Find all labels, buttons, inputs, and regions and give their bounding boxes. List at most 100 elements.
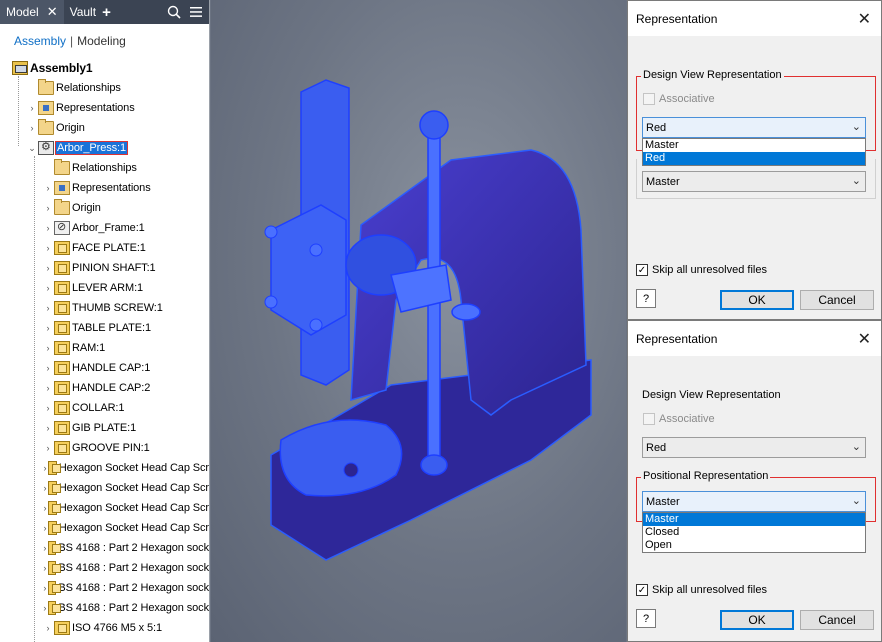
chevron-down-icon[interactable]: ⌄ <box>852 120 861 133</box>
search-icon[interactable] <box>167 5 181 19</box>
tab-model-label: Model <box>6 5 39 19</box>
dialog1-associative-checkbox[interactable]: Associative <box>643 93 715 105</box>
tab-model[interactable]: Model ✕ <box>0 0 64 24</box>
dialog1-positional-combo[interactable]: Master ⌄ <box>642 171 866 192</box>
tree-node[interactable]: › Hexagon Socket Head Cap Scr <box>0 478 209 498</box>
tree-node-label: THUMB SCREW:1 <box>72 302 163 314</box>
chevron-right-icon[interactable]: › <box>42 223 54 233</box>
dropdown-option[interactable]: Open <box>643 539 865 552</box>
tree-node[interactable]: › BS 4168 : Part 2 Hexagon sock <box>0 538 209 558</box>
tree-node[interactable]: › THUMB SCREW:1 <box>0 298 209 318</box>
chevron-right-icon[interactable]: › <box>42 183 54 193</box>
dialog2-cancel-button[interactable]: Cancel <box>800 610 874 630</box>
help-icon[interactable]: ? <box>636 289 656 308</box>
tree-node[interactable]: › BS 4168 : Part 2 Hexagon sock <box>0 578 209 598</box>
dialog2-positional-combo[interactable]: Master ⌄ <box>642 491 866 512</box>
chevron-right-icon[interactable]: › <box>42 263 54 273</box>
chevron-right-icon[interactable]: › <box>42 343 54 353</box>
dialog1-design-view-value: Red <box>646 121 667 134</box>
dropdown-option[interactable]: Red <box>643 152 865 165</box>
tree-node[interactable]: › GIB PLATE:1 <box>0 418 209 438</box>
close-icon[interactable]: ✕ <box>858 9 871 29</box>
model-table-hole <box>343 462 359 478</box>
dropdown-option[interactable]: Master <box>643 139 865 152</box>
chevron-right-icon[interactable]: › <box>42 203 54 213</box>
tree-node[interactable]: Relationships <box>0 158 209 178</box>
chevron-right-icon[interactable]: › <box>42 443 54 453</box>
chevron-down-icon[interactable]: ⌄ <box>852 440 861 453</box>
tree-node[interactable]: Assembly1 <box>0 58 209 78</box>
tree-node[interactable]: › RAM:1 <box>0 338 209 358</box>
dropdown-option[interactable]: Master <box>643 513 865 526</box>
part-icon <box>47 601 61 615</box>
tree-node[interactable]: › HANDLE CAP:2 <box>0 378 209 398</box>
chevron-right-icon[interactable]: › <box>42 383 54 393</box>
tab-vault[interactable]: Vault + <box>64 0 117 24</box>
chevron-down-icon[interactable]: ⌄ <box>852 494 861 507</box>
close-icon[interactable]: ✕ <box>858 329 871 349</box>
chevron-right-icon[interactable]: › <box>42 363 54 373</box>
close-icon[interactable]: ✕ <box>47 4 58 20</box>
help-icon[interactable]: ? <box>636 609 656 628</box>
hamburger-menu-icon[interactable] <box>189 6 203 18</box>
dialog2-design-view-combo[interactable]: Red ⌄ <box>642 437 866 458</box>
graphics-viewport[interactable] <box>211 0 626 642</box>
dialog2-skip-box[interactable]: ✓ <box>636 584 648 596</box>
chevron-right-icon[interactable]: › <box>42 243 54 253</box>
chevron-right-icon[interactable]: › <box>42 423 54 433</box>
tree-node[interactable]: › LEVER ARM:1 <box>0 278 209 298</box>
dialog1-skip-checkbox[interactable]: ✓ Skip all unresolved files <box>636 264 767 276</box>
mode-modeling[interactable]: Modeling <box>77 34 126 48</box>
tree-node[interactable]: › HANDLE CAP:1 <box>0 358 209 378</box>
tree-node[interactable]: › Hexagon Socket Head Cap Scr <box>0 458 209 478</box>
chevron-down-icon[interactable]: ⌄ <box>26 143 38 154</box>
part-icon <box>54 241 70 255</box>
dialog2-associative-box[interactable] <box>643 413 655 425</box>
chevron-right-icon[interactable]: › <box>42 623 54 633</box>
tree-node[interactable]: › BS 4168 : Part 2 Hexagon sock <box>0 558 209 578</box>
dialog2-associative-checkbox[interactable]: Associative <box>643 413 715 425</box>
part-icon <box>54 361 70 375</box>
dialog1-associative-box[interactable] <box>643 93 655 105</box>
dialog1-design-view-combo[interactable]: Red ⌄ <box>642 117 866 138</box>
dialog2-skip-checkbox[interactable]: ✓ Skip all unresolved files <box>636 584 767 596</box>
browser-mode-switch: Assembly | Modeling <box>0 24 209 58</box>
chevron-right-icon[interactable]: › <box>42 303 54 313</box>
tree-node[interactable]: › Representations <box>0 178 209 198</box>
tree-node[interactable]: › TABLE PLATE:1 <box>0 318 209 338</box>
tree-node[interactable]: › Origin <box>0 198 209 218</box>
tree-node-label: RAM:1 <box>72 342 106 354</box>
mode-separator: | <box>70 34 74 48</box>
tree-node[interactable]: › ISO 4766 M5 x 5:1 <box>0 618 209 638</box>
tree-node[interactable]: ⌄ Arbor_Press:1 <box>0 138 209 158</box>
dialog1-ok-button[interactable]: OK <box>720 290 794 310</box>
tree-node[interactable]: › GROOVE PIN:1 <box>0 438 209 458</box>
dropdown-option[interactable]: Closed <box>643 526 865 539</box>
chevron-right-icon[interactable]: › <box>42 403 54 413</box>
tree-node[interactable]: › Hexagon Socket Head Cap Scr <box>0 498 209 518</box>
tree-node[interactable]: › Origin <box>0 118 209 138</box>
tree-node[interactable]: › Representations <box>0 98 209 118</box>
tree-node[interactable]: › Arbor_Frame:1 <box>0 218 209 238</box>
dialog2-positional-dropdown[interactable]: Master Closed Open <box>642 512 866 553</box>
part-icon <box>54 301 70 315</box>
tree-node[interactable]: › Hexagon Socket Head Cap Scr <box>0 518 209 538</box>
browser-tabbar: Model ✕ Vault + <box>0 0 209 24</box>
chevron-down-icon[interactable]: ⌄ <box>852 174 861 187</box>
chevron-right-icon[interactable]: › <box>26 103 38 113</box>
tree-node[interactable]: › FACE PLATE:1 <box>0 238 209 258</box>
dialog2-ok-button[interactable]: OK <box>720 610 794 630</box>
tree-node[interactable]: › COLLAR:1 <box>0 398 209 418</box>
dialog1-skip-box[interactable]: ✓ <box>636 264 648 276</box>
chevron-right-icon[interactable]: › <box>26 123 38 133</box>
dialog1-design-view-dropdown[interactable]: Master Red <box>642 138 866 166</box>
tree-node[interactable]: › BS 4168 : Part 2 Hexagon sock <box>0 598 209 618</box>
mode-assembly[interactable]: Assembly <box>14 34 66 48</box>
dialog1-cancel-button[interactable]: Cancel <box>800 290 874 310</box>
tree-node[interactable]: › PINION SHAFT:1 <box>0 258 209 278</box>
chevron-right-icon[interactable]: › <box>42 283 54 293</box>
chevron-right-icon[interactable]: › <box>42 323 54 333</box>
representations-icon <box>38 101 54 115</box>
tree-node[interactable]: Relationships <box>0 78 209 98</box>
plus-icon[interactable]: + <box>102 4 111 21</box>
